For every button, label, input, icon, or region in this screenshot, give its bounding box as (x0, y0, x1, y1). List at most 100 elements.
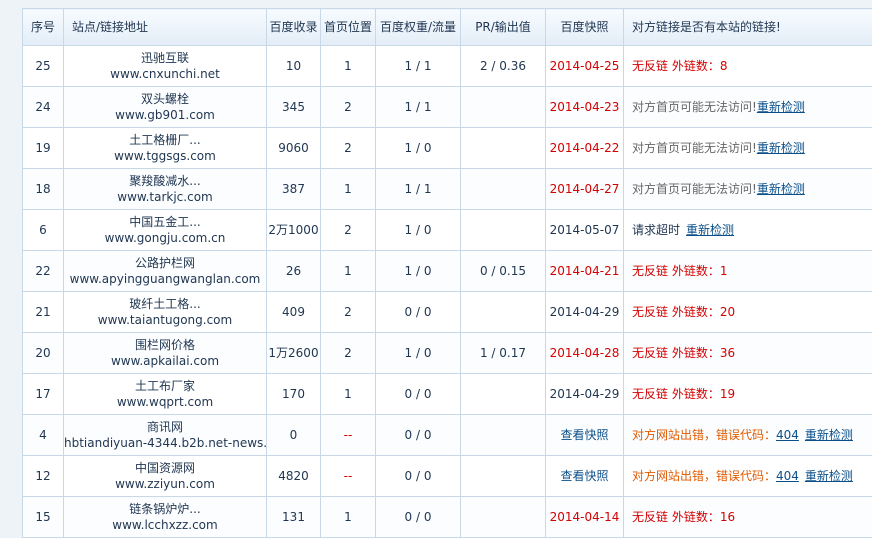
site-url[interactable]: www.tggsgs.com (64, 148, 266, 164)
site-name: 双头螺栓 (64, 91, 266, 107)
baidu-index-count: 409 (267, 292, 321, 333)
table-row: 18聚羧酸减水...www.tarkjc.com38711 / 12014-04… (23, 169, 872, 210)
baidu-index-count: 26 (267, 251, 321, 292)
site-cell: 链条锅炉炉...www.lcchxzz.com (64, 497, 267, 538)
site-url[interactable]: www.wqprt.com (64, 394, 266, 410)
site-url[interactable]: www.cnxunchi.net (64, 66, 266, 82)
site-name: 商讯网 (64, 419, 266, 435)
header-site: 站点/链接地址 (64, 9, 267, 46)
backlink-status-cell: 无反链 外链数：20 (624, 292, 872, 333)
home-position: 1 (321, 46, 376, 87)
site-url[interactable]: www.taiantugong.com (64, 312, 266, 328)
recheck-link[interactable]: 重新检测 (757, 100, 805, 114)
site-url[interactable]: www.apyingguangwanglan.com (64, 271, 266, 287)
site-name: 土工格栅厂... (64, 132, 266, 148)
pr-output (461, 415, 546, 456)
weight-traffic: 1 / 0 (376, 128, 461, 169)
site-cell: 中国五金工...www.gongju.com.cn (64, 210, 267, 251)
baidu-index-count: 1万2600 (267, 333, 321, 374)
snapshot-date: 2014-04-22 (546, 128, 624, 169)
recheck-link[interactable]: 重新检测 (757, 141, 805, 155)
table-row: 20围栏网价格www.apkailai.com1万260021 / 01 / 0… (23, 333, 872, 374)
backlink-status-text: 对方首页可能无法访问! (632, 141, 757, 155)
results-panel: 序号 站点/链接地址 百度收录 首页位置 百度权重/流量 PR/输出值 百度快照… (22, 8, 872, 538)
recheck-link[interactable]: 重新检测 (805, 469, 853, 483)
weight-traffic: 0 / 0 (376, 415, 461, 456)
weight-traffic: 0 / 0 (376, 497, 461, 538)
snapshot-date: 2014-04-23 (546, 87, 624, 128)
backlink-status-cell: 对方网站出错，错误代码：404重新检测 (624, 415, 872, 456)
backlink-status-cell: 对方网站出错，错误代码：404重新检测 (624, 456, 872, 497)
pr-output (461, 292, 546, 333)
header-pr-output: PR/输出值 (461, 9, 546, 46)
snapshot-date: 2014-04-21 (546, 251, 624, 292)
site-cell: 围栏网价格www.apkailai.com (64, 333, 267, 374)
backlink-status-cell: 对方首页可能无法访问!重新检测 (624, 169, 872, 210)
home-position: -- (321, 415, 376, 456)
row-seq: 12 (23, 456, 64, 497)
site-url[interactable]: www.lcchxzz.com (64, 517, 266, 533)
row-seq: 18 (23, 169, 64, 210)
error-code-link[interactable]: 404 (776, 428, 799, 442)
table-row: 12中国资源网www.zziyun.com4820--0 / 0查看快照对方网站… (23, 456, 872, 497)
table-row: 21玻纤土工格...www.taiantugong.com40920 / 020… (23, 292, 872, 333)
site-name: 玻纤土工格... (64, 296, 266, 312)
site-name: 聚羧酸减水... (64, 173, 266, 189)
header-weight-traffic: 百度权重/流量 (376, 9, 461, 46)
backlink-status-cell: 请求超时重新检测 (624, 210, 872, 251)
backlink-status-cell: 无反链 外链数：19 (624, 374, 872, 415)
site-url[interactable]: www.gb901.com (64, 107, 266, 123)
weight-traffic: 0 / 0 (376, 456, 461, 497)
site-url[interactable]: www.apkailai.com (64, 353, 266, 369)
backlink-status-text: 无反链 外链数：8 (632, 59, 727, 73)
site-url[interactable]: www.gongju.com.cn (64, 230, 266, 246)
table-row: 25迅驰互联www.cnxunchi.net1011 / 12 / 0.3620… (23, 46, 872, 87)
backlink-status-cell: 无反链 外链数：8 (624, 46, 872, 87)
table-header-row: 序号 站点/链接地址 百度收录 首页位置 百度权重/流量 PR/输出值 百度快照… (23, 9, 872, 46)
baidu-index-count: 345 (267, 87, 321, 128)
snapshot-date: 2014-04-29 (546, 374, 624, 415)
recheck-link[interactable]: 重新检测 (757, 182, 805, 196)
site-name: 中国资源网 (64, 460, 266, 476)
site-url[interactable]: www.tarkjc.com (64, 189, 266, 205)
snapshot-date: 2014-04-25 (546, 46, 624, 87)
pr-output (461, 210, 546, 251)
view-snapshot-button[interactable]: 查看快照 (560, 428, 608, 442)
site-cell: 土工格栅厂...www.tggsgs.com (64, 128, 267, 169)
error-code-link[interactable]: 404 (776, 469, 799, 483)
snapshot-date: 2014-04-14 (546, 497, 624, 538)
baidu-index-count: 0 (267, 415, 321, 456)
site-cell: 双头螺栓www.gb901.com (64, 87, 267, 128)
recheck-link[interactable]: 重新检测 (686, 223, 734, 237)
weight-traffic: 1 / 0 (376, 333, 461, 374)
backlink-status-cell: 无反链 外链数：16 (624, 497, 872, 538)
table-row: 15链条锅炉炉...www.lcchxzz.com13110 / 02014-0… (23, 497, 872, 538)
backlink-status-cell: 对方首页可能无法访问!重新检测 (624, 87, 872, 128)
table-row: 24双头螺栓www.gb901.com34521 / 12014-04-23对方… (23, 87, 872, 128)
backlink-status-text: 无反链 外链数：20 (632, 305, 735, 319)
site-cell: 中国资源网www.zziyun.com (64, 456, 267, 497)
pr-output (461, 456, 546, 497)
table-row: 17土工布厂家www.wqprt.com17010 / 02014-04-29无… (23, 374, 872, 415)
recheck-link[interactable]: 重新检测 (805, 428, 853, 442)
home-position: 1 (321, 169, 376, 210)
weight-traffic: 1 / 0 (376, 210, 461, 251)
baidu-index-count: 170 (267, 374, 321, 415)
site-url[interactable]: www.zziyun.com (64, 476, 266, 492)
pr-output (461, 374, 546, 415)
row-seq: 4 (23, 415, 64, 456)
header-seq: 序号 (23, 9, 64, 46)
backlink-status-text: 无反链 外链数：36 (632, 346, 735, 360)
site-name: 土工布厂家 (64, 378, 266, 394)
snapshot-date: 2014-04-29 (546, 292, 624, 333)
view-snapshot-button[interactable]: 查看快照 (560, 469, 608, 483)
site-name: 围栏网价格 (64, 337, 266, 353)
row-seq: 19 (23, 128, 64, 169)
site-name: 中国五金工... (64, 214, 266, 230)
baidu-index-count: 131 (267, 497, 321, 538)
pr-output: 2 / 0.36 (461, 46, 546, 87)
table-row: 4商讯网hbtiandiyuan-4344.b2b.net-news.cn0--… (23, 415, 872, 456)
pr-output: 0 / 0.15 (461, 251, 546, 292)
header-baidu-index: 百度收录 (267, 9, 321, 46)
site-url[interactable]: hbtiandiyuan-4344.b2b.net-news.cn (64, 435, 266, 451)
